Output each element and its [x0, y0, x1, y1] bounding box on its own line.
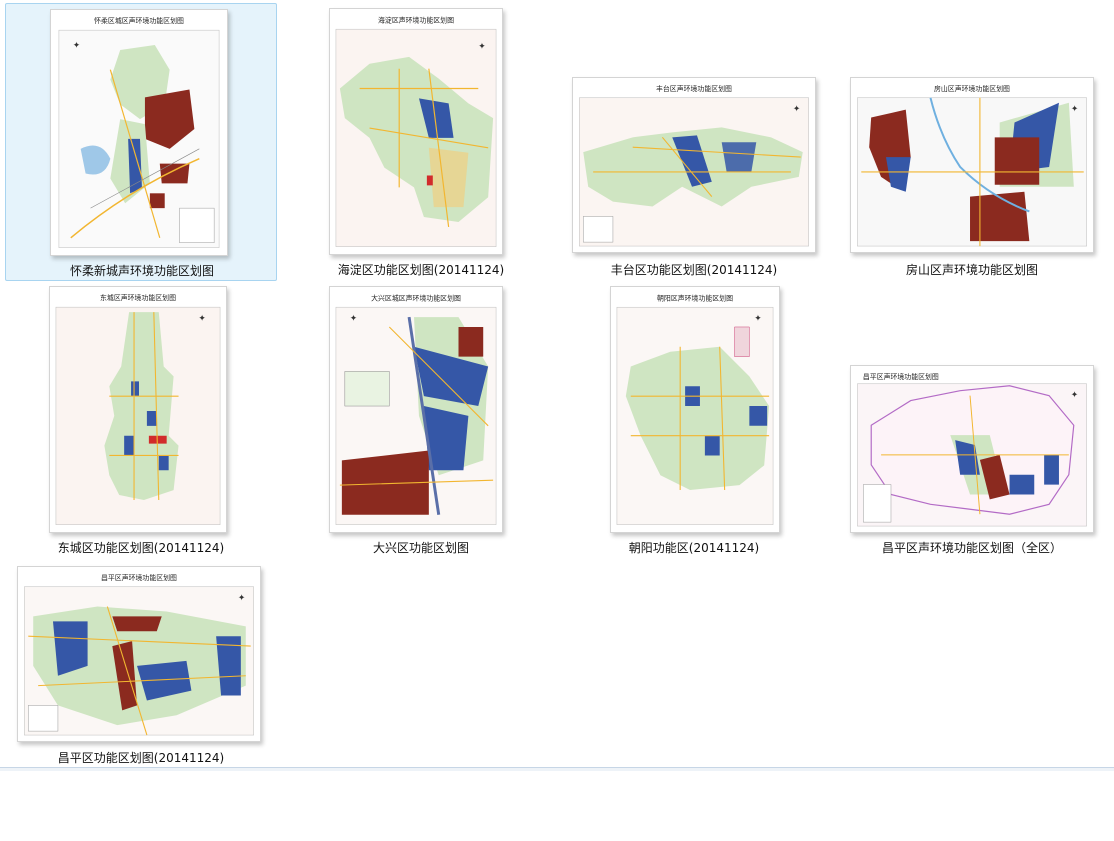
thumbnail-daxing: 大兴区城区声环境功能区划图 ✦	[329, 286, 503, 533]
map-title: 昌平区声环境功能区划图	[101, 573, 177, 582]
map-title: 房山区声环境功能区划图	[934, 84, 1010, 93]
file-item-huairou[interactable]: 怀柔区城区声环境功能区划图 ✦ 怀柔新城声环境功能区划图	[5, 3, 277, 281]
map-title: 朝阳区声环境功能区划图	[657, 293, 733, 302]
file-caption: 海淀区功能区划图(20141124)	[337, 263, 505, 277]
thumbnail-huairou: 怀柔区城区声环境功能区划图 ✦	[50, 9, 228, 256]
thumbnail-dongcheng: 东城区声环境功能区划图 ✦	[49, 286, 227, 533]
map-title: 东城区声环境功能区划图	[100, 293, 176, 302]
file-item-changping-all[interactable]: 昌平区声环境功能区划图 ✦ 昌平区声环境功能区划图（全区）	[836, 283, 1108, 561]
thumbnail-fangshan: 房山区声环境功能区划图 ✦	[850, 77, 1094, 253]
thumbnail-fengtai: 丰台区声环境功能区划图 ✦	[572, 77, 816, 253]
file-item-fangshan[interactable]: 房山区声环境功能区划图 ✦ 房山区声环境功能区划图	[836, 3, 1108, 281]
status-bar-edge	[0, 767, 1114, 771]
thumbnail-changping-all: 昌平区声环境功能区划图 ✦	[850, 365, 1094, 533]
svg-text:✦: ✦	[754, 314, 762, 324]
map-title: 怀柔区城区声环境功能区划图	[94, 16, 184, 25]
file-item-daxing[interactable]: 大兴区城区声环境功能区划图 ✦ 大兴区功能区划图	[285, 283, 557, 561]
file-caption: 大兴区功能区划图	[372, 541, 469, 555]
svg-text:✦: ✦	[1071, 391, 1079, 401]
file-caption: 怀柔新城声环境功能区划图	[69, 264, 214, 278]
map-title: 大兴区城区声环境功能区划图	[371, 293, 461, 302]
svg-text:✦: ✦	[73, 41, 81, 51]
map-thumbnail-chaoyang: 朝阳区声环境功能区划图 ✦	[616, 293, 774, 525]
map-thumbnail-huairou: 怀柔区城区声环境功能区划图 ✦	[58, 16, 220, 248]
svg-text:✦: ✦	[793, 105, 801, 115]
map-title: 昌平区声环境功能区划图	[863, 372, 939, 381]
thumbnail-haidian: 海淀区声环境功能区划图 ✦	[329, 8, 503, 255]
file-caption: 昌平区功能区划图(20141124)	[57, 751, 225, 765]
file-item-fengtai[interactable]: 丰台区声环境功能区划图 ✦ 丰台区功能区划图(20141124)	[558, 3, 830, 281]
map-thumbnail-haidian: 海淀区声环境功能区划图 ✦	[335, 15, 497, 247]
map-thumbnail-daxing: 大兴区城区声环境功能区划图 ✦	[335, 293, 497, 525]
svg-text:✦: ✦	[198, 314, 206, 324]
map-thumbnail-dongcheng: 东城区声环境功能区划图 ✦	[55, 293, 221, 525]
file-caption: 朝阳功能区(20141124)	[628, 541, 760, 555]
file-grid: 怀柔区城区声环境功能区划图 ✦ 怀柔新城声环境功能区划图 海淀区声环境功能区划图…	[0, 0, 1114, 771]
file-caption: 丰台区功能区划图(20141124)	[610, 263, 778, 277]
file-caption: 房山区声环境功能区划图	[905, 263, 1038, 277]
svg-text:✦: ✦	[1071, 105, 1079, 115]
file-item-changping[interactable]: 昌平区声环境功能区划图 ✦ 昌平区功能区划图(20141124)	[5, 563, 277, 841]
map-thumbnail-fengtai: 丰台区声环境功能区划图 ✦	[579, 84, 809, 247]
file-item-chaoyang[interactable]: 朝阳区声环境功能区划图 ✦ 朝阳功能区(20141124)	[558, 283, 830, 561]
file-caption: 东城区功能区划图(20141124)	[57, 541, 225, 555]
map-thumbnail-changping-all: 昌平区声环境功能区划图 ✦	[857, 372, 1087, 527]
map-title: 海淀区声环境功能区划图	[378, 15, 454, 24]
map-title: 丰台区声环境功能区划图	[656, 84, 732, 93]
svg-text:✦: ✦	[350, 314, 358, 324]
svg-text:✦: ✦	[238, 594, 246, 604]
file-item-haidian[interactable]: 海淀区声环境功能区划图 ✦ 海淀区功能区划图(20141124)	[285, 3, 557, 281]
map-thumbnail-fangshan: 房山区声环境功能区划图 ✦	[857, 84, 1087, 247]
thumbnail-changping: 昌平区声环境功能区划图 ✦	[17, 566, 261, 742]
map-thumbnail-changping: 昌平区声环境功能区划图 ✦	[24, 573, 254, 736]
svg-text:✦: ✦	[478, 42, 486, 52]
thumbnail-chaoyang: 朝阳区声环境功能区划图 ✦	[610, 286, 780, 533]
file-item-dongcheng[interactable]: 东城区声环境功能区划图 ✦ 东城区功能区划图(20141124)	[5, 283, 277, 561]
file-caption: 昌平区声环境功能区划图（全区）	[881, 541, 1062, 555]
